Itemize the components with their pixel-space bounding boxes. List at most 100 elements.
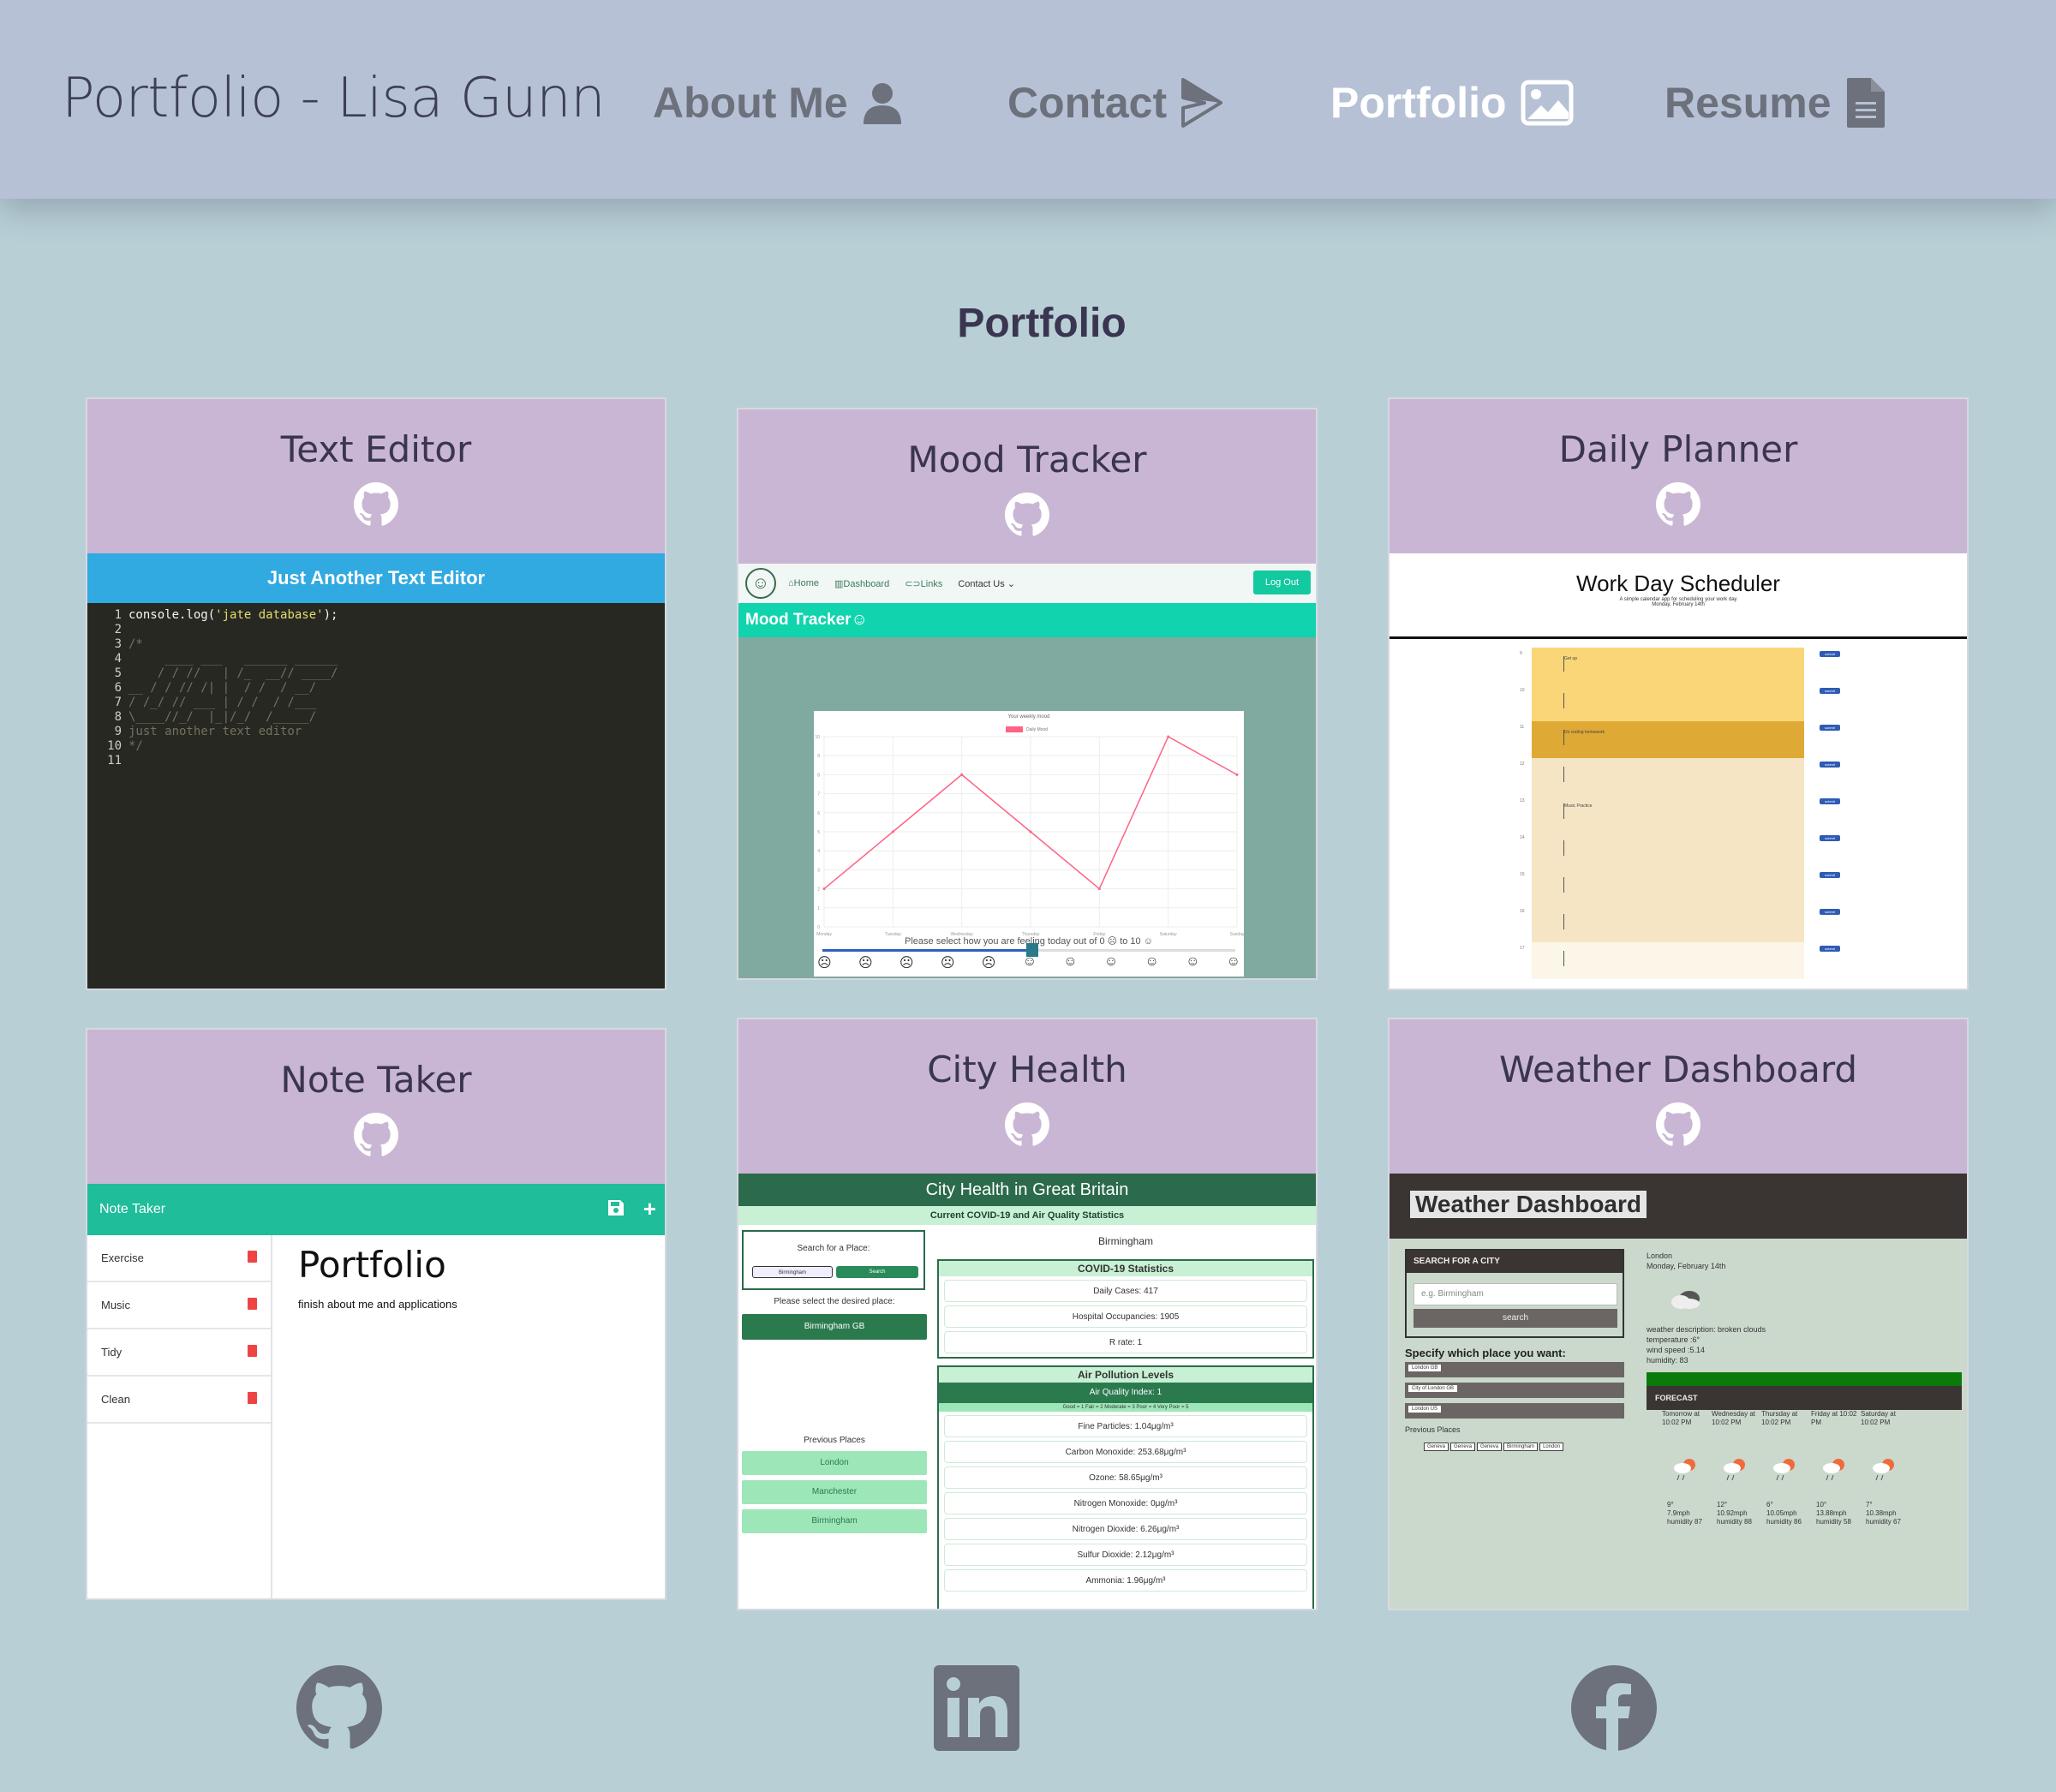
project-card-daily-planner[interactable]: Daily Planner Work Day Scheduler A simpl…	[1388, 397, 1969, 990]
card-header: Mood Tracker	[738, 409, 1316, 564]
screenshot-nav: ☺ ⌂Home ▥Dashboard ⊂⊃Links Contact Us ⌄ …	[738, 564, 1316, 603]
y-tick-label: 5	[817, 830, 820, 835]
brand-title[interactable]: Portfolio - Lisa Gunn	[62, 67, 606, 130]
footer-linkedin-icon[interactable]	[934, 1665, 1019, 1751]
planner-row	[1532, 832, 1804, 869]
note-title: Portfolio	[298, 1244, 446, 1286]
planner-entry: Do coding homework	[1564, 730, 1605, 735]
y-tick-label: 7	[817, 792, 820, 797]
search-heading: SEARCH FOR A CITY	[1407, 1251, 1623, 1273]
note-list-item: Music	[87, 1282, 271, 1329]
planner-submit-button: submit	[1820, 798, 1840, 804]
code-line: 2	[114, 623, 122, 636]
covid-stat: R rate: 1	[944, 1331, 1307, 1353]
nav-portfolio[interactable]: Portfolio	[1330, 75, 1574, 130]
air-title: Air Pollution Levels	[939, 1367, 1312, 1383]
code-line: 3/*	[114, 637, 143, 651]
project-screenshot[interactable]: City Health in Great Britain Current COV…	[738, 1174, 1316, 1609]
planner-submit-button: submit	[1820, 872, 1840, 878]
footer-github-icon[interactable]	[296, 1665, 382, 1751]
y-tick-label: 3	[817, 868, 820, 873]
github-icon[interactable]	[354, 1113, 398, 1157]
planner-hour: 17	[1520, 946, 1525, 951]
y-tick-label: 2	[817, 887, 820, 893]
planner-header: Work Day Scheduler A simple calendar app…	[1390, 553, 1967, 639]
project-card-text-editor[interactable]: Text Editor Just Another Text Editor 1 co…	[86, 397, 666, 990]
project-card-mood-tracker[interactable]: Mood Tracker ☺ ⌂Home ▥Dashboard ⊂⊃Links …	[737, 408, 1318, 980]
code-line: 4 ____ ___ ______ ______	[114, 652, 338, 666]
data-point	[1235, 773, 1239, 776]
card-header: Note Taker	[87, 1030, 665, 1184]
note-list: Exercise Music Tidy Clean	[87, 1235, 272, 1598]
code-line: 8 \____//_/ |_|/_/ /_____/	[114, 710, 338, 724]
card-title: City Health	[927, 1048, 1127, 1090]
mood-chart-area: Your weekly mood Daily Mood 0 1 2 3 4 5 6 7 8 9 10…	[738, 637, 1316, 978]
nav-about-me[interactable]: About Me	[653, 75, 903, 130]
code-line: 1 console.log('jate database');	[114, 608, 338, 622]
github-icon[interactable]	[354, 482, 398, 527]
project-card-note-taker[interactable]: Note Taker Note Taker + Exercise Music T…	[86, 1028, 666, 1600]
previous-label: Previous Places	[804, 1436, 865, 1445]
search-button: search	[1414, 1309, 1617, 1328]
mood-face-icon: ☺	[1226, 954, 1240, 969]
green-banner	[1647, 1372, 1962, 1386]
current-date: Monday, February 14th	[1647, 1262, 1726, 1270]
project-screenshot[interactable]: Work Day Scheduler A simple calendar app…	[1390, 553, 1967, 989]
github-icon[interactable]	[1656, 482, 1700, 527]
city-health-subtitle: Current COVID-19 and Air Quality Statist…	[738, 1206, 1316, 1225]
nav-resume-label: Resume	[1665, 79, 1832, 127]
forecast-heading: FORECAST	[1647, 1386, 1962, 1410]
planner-submit-button: submit	[1820, 651, 1840, 657]
city-search-panel: Search for a Place: Birmingham Search	[742, 1230, 925, 1290]
forecast-details: 10° 13.88mph humidity 58	[1816, 1501, 1851, 1526]
github-icon[interactable]	[1656, 1102, 1700, 1147]
project-card-weather-dashboard[interactable]: Weather Dashboard Weather Dashboard SEAR…	[1388, 1018, 1969, 1610]
nav-contact-label: Contact	[1007, 79, 1168, 127]
section-title: Portfolio	[957, 301, 1127, 346]
github-icon[interactable]	[1005, 493, 1049, 537]
pollutant: Nitrogen Dioxide: 6.26μg/m³	[944, 1518, 1307, 1540]
code-line: 7/ /_/ // ___ | / / / /___	[114, 696, 338, 709]
card-title: Text Editor	[280, 428, 472, 470]
mood-face-icon: ☹	[817, 956, 832, 971]
planner-row	[1532, 648, 1804, 684]
project-card-city-health[interactable]: City Health City Health in Great Britain…	[737, 1018, 1318, 1610]
planner-submit-button: submit	[1820, 835, 1840, 841]
planner-entry: Get up	[1564, 656, 1578, 661]
planner-rows: 9 Get up submit 10 submit 11 Do coding homewor…	[1390, 639, 1967, 989]
card-title: Note Taker	[280, 1059, 472, 1101]
planner-row	[1532, 684, 1804, 721]
mood-faces: ☹ ☹ ☹ ☹ ☹ ☺ ☺ ☺ ☺ ☺ ☺	[817, 954, 1240, 971]
note-list-item: Tidy	[87, 1329, 271, 1377]
navbar: Portfolio - Lisa Gunn About Me Contact P…	[0, 0, 2056, 199]
cloud-icon	[1671, 1291, 1700, 1309]
nav-resume[interactable]: Resume	[1665, 75, 1886, 130]
note-text: finish about me and applications	[298, 1298, 457, 1311]
note-taker-body: Exercise Music Tidy Clean Portfolio fini…	[87, 1235, 665, 1598]
trash-icon	[248, 1345, 257, 1357]
planner-submit-button: submit	[1820, 762, 1840, 768]
github-icon[interactable]	[1005, 1102, 1049, 1147]
planner-submit-button: submit	[1820, 909, 1840, 915]
card-header: Daily Planner	[1390, 399, 1967, 553]
nav-contact[interactable]: Contact	[1007, 75, 1223, 130]
plus-icon: +	[642, 1196, 656, 1222]
planner-hour: 11	[1520, 725, 1525, 730]
project-screenshot[interactable]: ☺ ⌂Home ▥Dashboard ⊂⊃Links Contact Us ⌄ …	[738, 564, 1316, 978]
slider-fill	[822, 949, 1029, 952]
mood-face-icon: ☺	[1186, 954, 1200, 969]
footer-facebook-icon[interactable]	[1571, 1665, 1657, 1751]
planner-cursor	[1563, 767, 1564, 782]
planner-row	[1532, 795, 1804, 832]
project-screenshot[interactable]: Note Taker + Exercise Music Tidy Clean P…	[87, 1184, 665, 1598]
city-health-body: Search for a Place: Birmingham Search Pl…	[738, 1225, 1316, 1609]
planner-hour: 9	[1520, 651, 1522, 656]
place-option: City of London GB	[1405, 1383, 1624, 1398]
project-screenshot[interactable]: Just Another Text Editor 1 console.log('j…	[87, 553, 665, 989]
code-line: 11	[107, 754, 122, 768]
project-screenshot[interactable]: Weather Dashboard SEARCH FOR A CITY e.g.…	[1390, 1174, 1967, 1609]
pollutant: Sulfur Dioxide: 2.12μg/m³	[944, 1544, 1307, 1566]
pollutant: Carbon Monoxide: 253.68μg/m³	[944, 1441, 1307, 1463]
covid-box: COVID-19 Statistics Daily Cases: 417 Hos…	[937, 1259, 1314, 1359]
planner-hour: 14	[1520, 835, 1525, 840]
